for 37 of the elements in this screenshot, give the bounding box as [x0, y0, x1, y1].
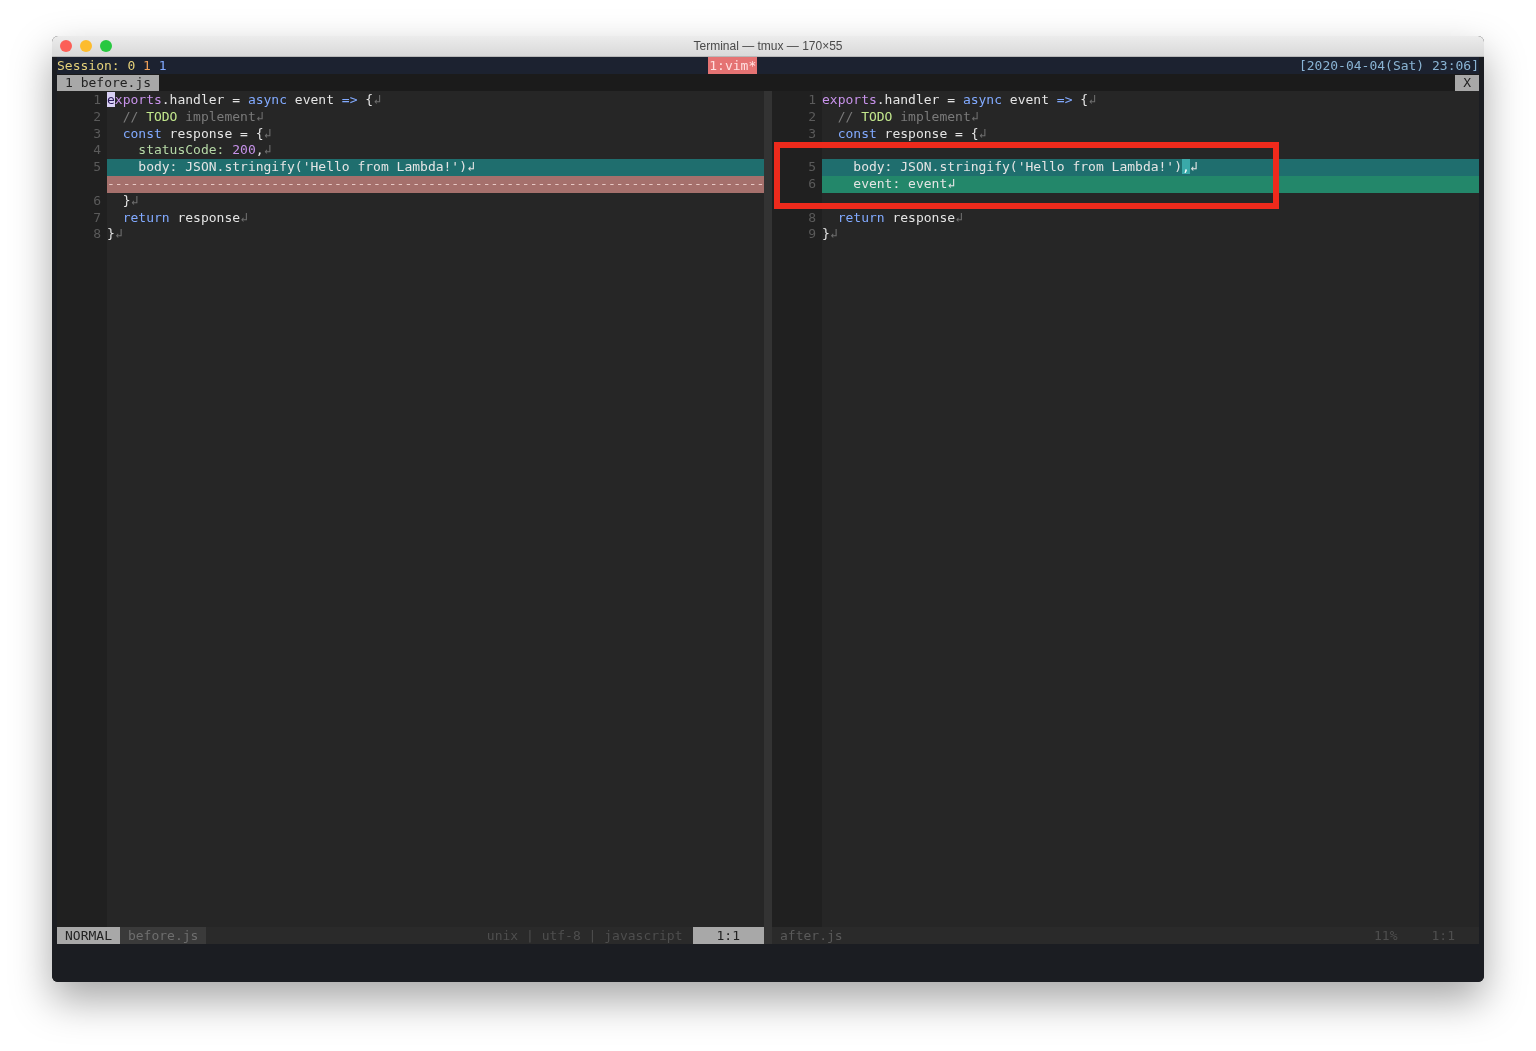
line-number: 2: [807, 108, 817, 126]
code-line: exports.handler = async event => {↲: [822, 92, 1096, 109]
code-line: }↲: [121, 192, 139, 210]
code-line: // TODO implement↲: [836, 108, 979, 126]
line-number: 7: [92, 209, 102, 227]
session-indicator: Session: 0 1 1: [57, 57, 167, 74]
code-line: statusCode: 200,↲: [137, 142, 272, 160]
line-number: 9: [807, 226, 817, 244]
line-number: 5: [92, 159, 102, 176]
line-number: 6: [92, 192, 102, 210]
code-line: }↲: [822, 226, 838, 244]
line-number: 3: [92, 125, 102, 143]
code-line: const response = {↲: [121, 125, 272, 143]
cursor-position: 1:1: [692, 927, 764, 944]
clock: [2020-04-04(Sat) 23:06]: [1298, 57, 1479, 74]
close-icon[interactable]: [60, 40, 72, 52]
code-line: return response↲: [836, 209, 963, 227]
line-number: 3: [807, 125, 817, 143]
buffer-tab[interactable]: 1 before.js: [57, 74, 160, 91]
code-line: return response↲: [121, 209, 248, 227]
zoom-icon[interactable]: [100, 40, 112, 52]
line-number: 6: [807, 176, 817, 193]
line-number: 5: [807, 159, 817, 176]
window-title: Terminal — tmux — 170×55: [693, 39, 843, 53]
line-number: 2: [92, 108, 102, 126]
code-line: exports.handler = async event => {↲: [107, 92, 381, 109]
line-number: 8: [92, 226, 102, 244]
mode-indicator: NORMAL: [57, 927, 120, 944]
line-number: 4: [92, 142, 102, 160]
code-line: }↲: [107, 226, 123, 244]
code-line: const response = {↲: [836, 125, 987, 143]
minimize-icon[interactable]: [80, 40, 92, 52]
line-number: 1: [92, 92, 102, 109]
line-number: 8: [807, 209, 817, 227]
line-number: 1: [807, 92, 817, 109]
code-line: // TODO implement↲: [121, 108, 264, 126]
close-button[interactable]: X: [1455, 74, 1479, 91]
